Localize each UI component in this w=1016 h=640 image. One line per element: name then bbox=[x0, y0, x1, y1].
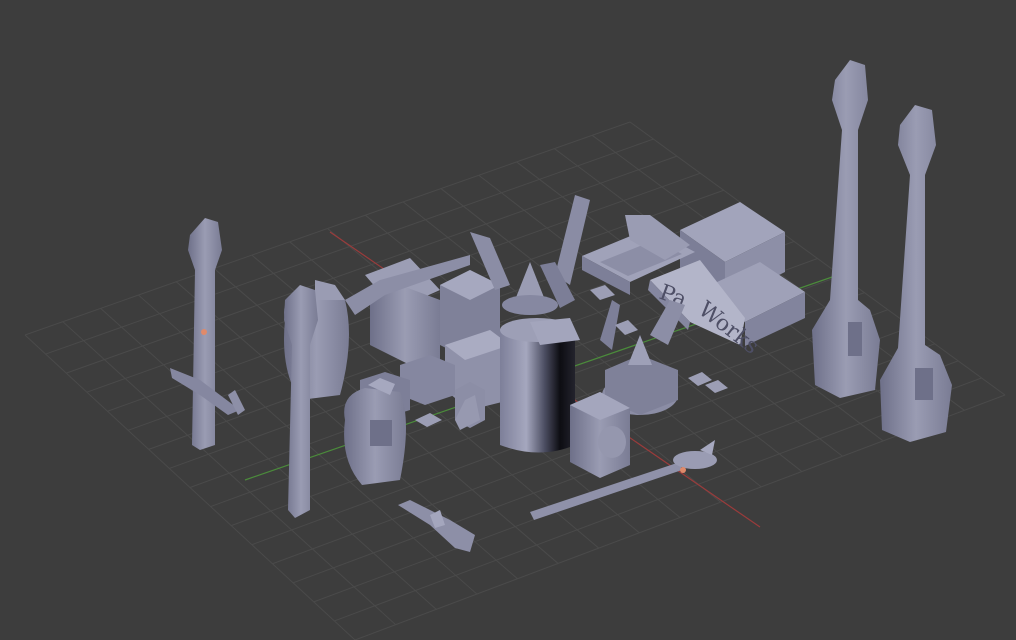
marker-icon bbox=[680, 467, 686, 473]
tower-right-1[interactable] bbox=[812, 60, 880, 398]
keypad-icon bbox=[915, 368, 933, 400]
3d-cursor-icon bbox=[201, 329, 207, 335]
keypad-icon bbox=[848, 322, 862, 356]
pod-front-left[interactable] bbox=[344, 378, 406, 485]
3d-viewport[interactable]: Pa Works bbox=[0, 0, 1016, 640]
cone-structure-right[interactable] bbox=[600, 300, 685, 415]
cone-structure-left[interactable] bbox=[502, 195, 590, 315]
tower-right-2[interactable] bbox=[880, 105, 952, 442]
keypad-icon bbox=[370, 420, 392, 446]
viewport-canvas[interactable]: Pa Works bbox=[0, 0, 1016, 640]
crate-front[interactable] bbox=[570, 392, 630, 478]
tower-left[interactable] bbox=[170, 218, 240, 450]
central-cylinder[interactable] bbox=[500, 318, 580, 453]
tower-mid-left[interactable] bbox=[284, 285, 318, 518]
